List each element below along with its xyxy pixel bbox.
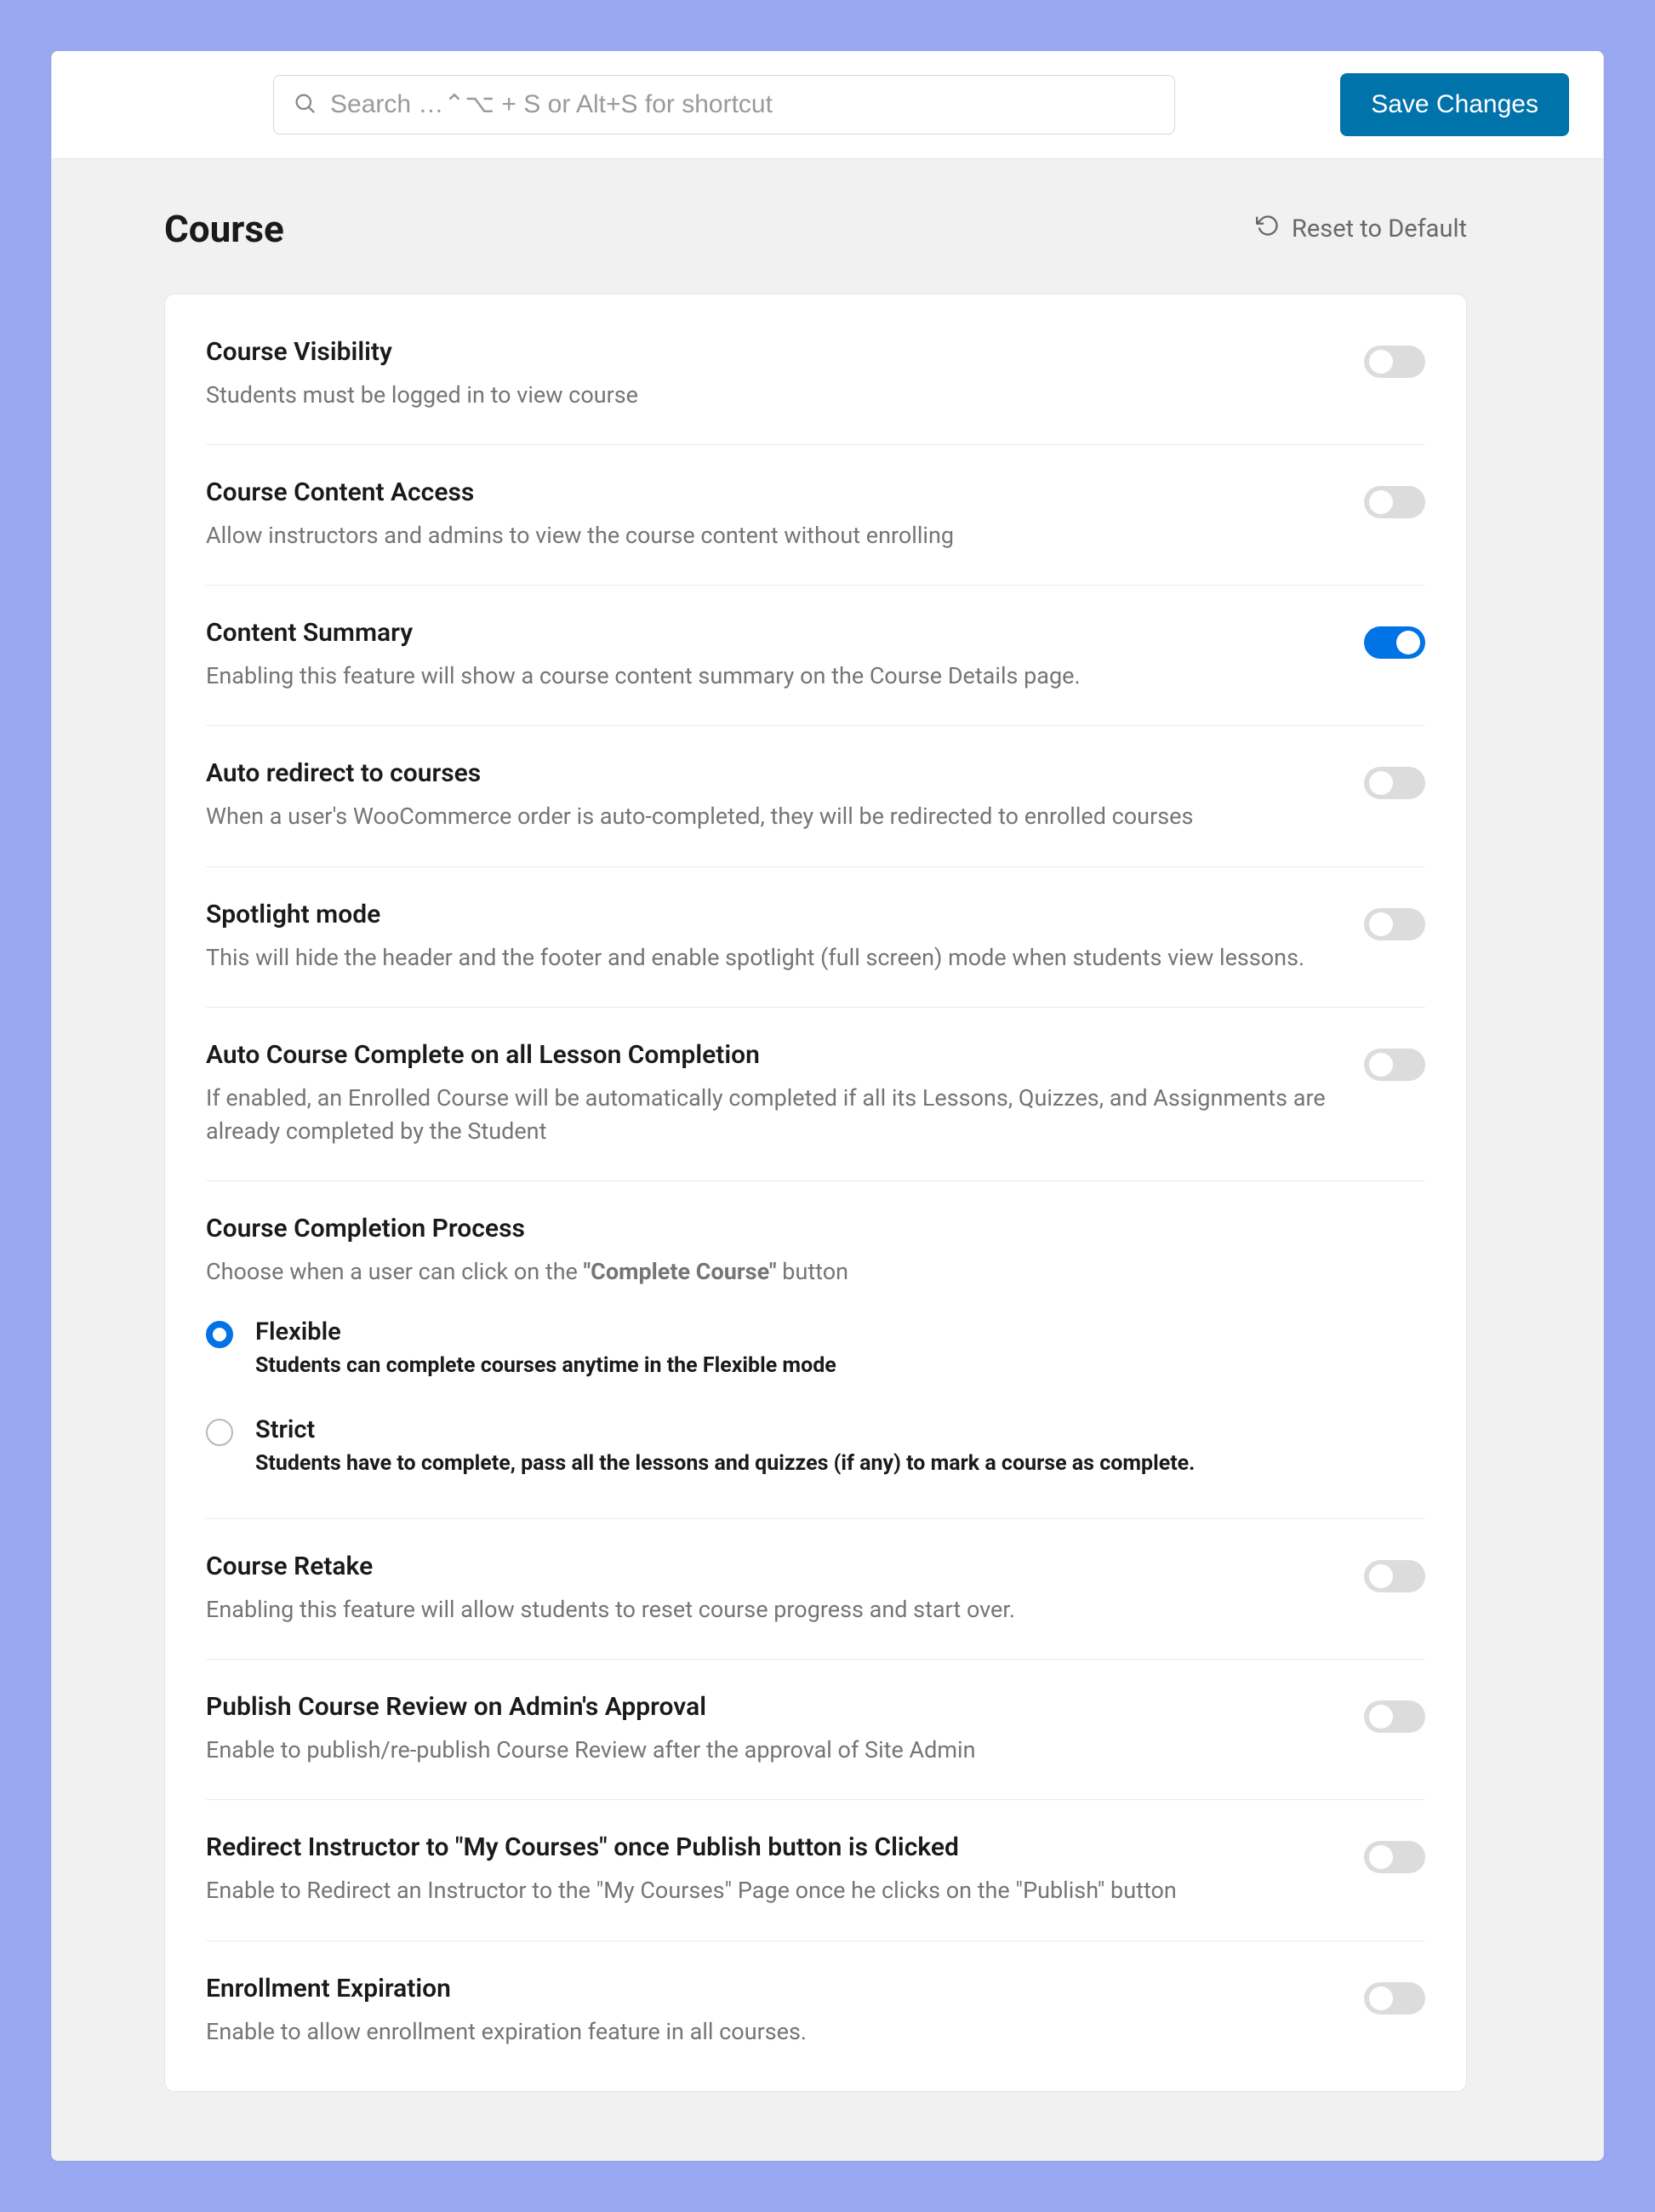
setting-title: Course Completion Process <box>206 1214 1425 1243</box>
setting-desc: Enable to Redirect an Instructor to the … <box>206 1874 1330 1907</box>
content-area: Course Reset to Default Course Visibilit… <box>52 159 1603 2160</box>
setting-course-retake: Course Retake Enabling this feature will… <box>206 1519 1425 1660</box>
search-wrap <box>86 75 1340 134</box>
setting-title: Enrollment Expiration <box>206 1974 1330 2003</box>
setting-desc: Allow instructors and admins to view the… <box>206 519 1330 552</box>
setting-title: Course Content Access <box>206 477 1330 507</box>
setting-content-summary: Content Summary Enabling this feature wi… <box>206 586 1425 726</box>
setting-desc: Enable to allow enrollment expiration fe… <box>206 2015 1330 2049</box>
page-title: Course <box>164 207 284 251</box>
search-input[interactable] <box>330 90 1156 119</box>
setting-title: Auto Course Complete on all Lesson Compl… <box>206 1040 1330 1070</box>
setting-desc: Enabling this feature will allow student… <box>206 1593 1330 1626</box>
setting-title: Course Retake <box>206 1552 1330 1581</box>
toggle-auto-complete[interactable] <box>1364 1049 1425 1081</box>
setting-publish-review: Publish Course Review on Admin's Approva… <box>206 1660 1425 1800</box>
setting-auto-redirect: Auto redirect to courses When a user's W… <box>206 726 1425 866</box>
reset-label: Reset to Default <box>1292 214 1467 243</box>
setting-course-visibility: Course Visibility Students must be logge… <box>206 305 1425 445</box>
setting-title: Redirect Instructor to "My Courses" once… <box>206 1832 1330 1862</box>
setting-title: Auto redirect to courses <box>206 758 1330 788</box>
setting-redirect-instructor: Redirect Instructor to "My Courses" once… <box>206 1800 1425 1941</box>
search-box[interactable] <box>273 75 1175 134</box>
toggle-course-retake[interactable] <box>1364 1560 1425 1592</box>
setting-desc: Students must be logged in to view cours… <box>206 379 1330 412</box>
setting-desc: Enable to publish/re-publish Course Revi… <box>206 1734 1330 1767</box>
setting-auto-complete: Auto Course Complete on all Lesson Compl… <box>206 1008 1425 1181</box>
setting-desc: Choose when a user can click on the "Com… <box>206 1255 1425 1289</box>
reset-icon <box>1256 214 1280 244</box>
toggle-publish-review[interactable] <box>1364 1700 1425 1733</box>
radio-title: Flexible <box>255 1317 836 1346</box>
setting-desc: When a user's WooCommerce order is auto-… <box>206 800 1330 833</box>
radio-sub: Students can complete courses anytime in… <box>255 1353 836 1378</box>
settings-card: Course Visibility Students must be logge… <box>164 294 1467 2092</box>
top-bar: Save Changes <box>52 51 1603 159</box>
page-header: Course Reset to Default <box>127 207 1467 251</box>
toggle-auto-redirect[interactable] <box>1364 767 1425 799</box>
search-icon <box>293 91 317 118</box>
radio-title: Strict <box>255 1415 1195 1444</box>
setting-desc: Enabling this feature will show a course… <box>206 660 1330 693</box>
toggle-content-summary[interactable] <box>1364 626 1425 659</box>
radio-indicator <box>206 1419 233 1446</box>
setting-title: Spotlight mode <box>206 900 1330 929</box>
setting-spotlight: Spotlight mode This will hide the header… <box>206 867 1425 1008</box>
reset-to-default-button[interactable]: Reset to Default <box>1256 214 1467 244</box>
toggle-course-visibility[interactable] <box>1364 346 1425 378</box>
setting-enrollment-expiration: Enrollment Expiration Enable to allow en… <box>206 1941 1425 2081</box>
radio-sub: Students have to complete, pass all the … <box>255 1451 1195 1476</box>
setting-course-content-access: Course Content Access Allow instructors … <box>206 445 1425 586</box>
setting-completion-process: Course Completion Process Choose when a … <box>206 1181 1425 1519</box>
toggle-course-content-access[interactable] <box>1364 486 1425 518</box>
setting-desc: This will hide the header and the footer… <box>206 941 1330 975</box>
radio-option-flexible[interactable]: Flexible Students can complete courses a… <box>206 1317 1425 1378</box>
completion-radio-group: Flexible Students can complete courses a… <box>206 1317 1425 1476</box>
setting-title: Publish Course Review on Admin's Approva… <box>206 1692 1330 1722</box>
app-panel: Save Changes Course Reset to Default Cou… <box>51 51 1604 2161</box>
toggle-spotlight[interactable] <box>1364 908 1425 940</box>
setting-desc: If enabled, an Enrolled Course will be a… <box>206 1082 1330 1148</box>
radio-option-strict[interactable]: Strict Students have to complete, pass a… <box>206 1415 1425 1476</box>
save-changes-button[interactable]: Save Changes <box>1340 73 1569 136</box>
radio-indicator <box>206 1321 233 1348</box>
setting-title: Course Visibility <box>206 337 1330 367</box>
toggle-enrollment-expiration[interactable] <box>1364 1982 1425 2015</box>
toggle-redirect-instructor[interactable] <box>1364 1841 1425 1873</box>
setting-title: Content Summary <box>206 618 1330 648</box>
